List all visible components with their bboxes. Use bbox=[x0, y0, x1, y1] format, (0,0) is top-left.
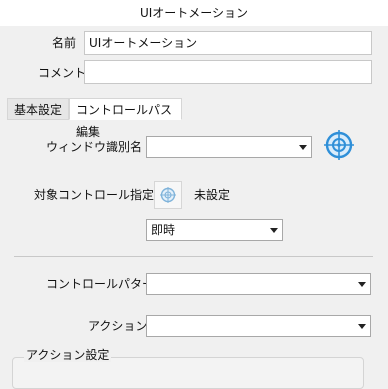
divider bbox=[14, 256, 373, 257]
target-status: 未設定 bbox=[194, 188, 231, 202]
window-id-dropdown[interactable] bbox=[146, 136, 312, 158]
chevron-down-icon bbox=[299, 145, 307, 150]
name-field[interactable]: UIオートメーション bbox=[84, 31, 372, 55]
action-label: アクション bbox=[88, 319, 148, 333]
timing-dropdown[interactable]: 即時 bbox=[146, 219, 283, 241]
tab-basic-settings[interactable]: 基本設定 bbox=[7, 98, 69, 120]
action-settings-title: アクション設定 bbox=[24, 348, 112, 362]
window-title: UIオートメーション bbox=[0, 0, 388, 26]
control-picker-button[interactable] bbox=[154, 181, 182, 209]
comment-field[interactable] bbox=[84, 60, 372, 84]
chevron-down-icon bbox=[358, 324, 366, 329]
crosshair-target-icon bbox=[160, 187, 176, 203]
action-dropdown[interactable] bbox=[146, 315, 371, 337]
window-id-label: ウィンドウ識別名 bbox=[46, 140, 143, 154]
target-control-label: 対象コントロール指定 bbox=[34, 188, 155, 202]
control-pattern-dropdown[interactable] bbox=[146, 273, 371, 295]
timing-value: 即時 bbox=[151, 223, 176, 237]
crosshair-target-icon bbox=[324, 130, 354, 160]
tab-control-path-edit[interactable]: コントロールパス編集 bbox=[69, 98, 182, 139]
window-picker-button[interactable] bbox=[323, 129, 355, 161]
chevron-down-icon bbox=[270, 228, 278, 233]
chevron-down-icon bbox=[358, 282, 366, 287]
name-label: 名前 bbox=[52, 36, 77, 50]
comment-label: コメント bbox=[38, 66, 87, 80]
